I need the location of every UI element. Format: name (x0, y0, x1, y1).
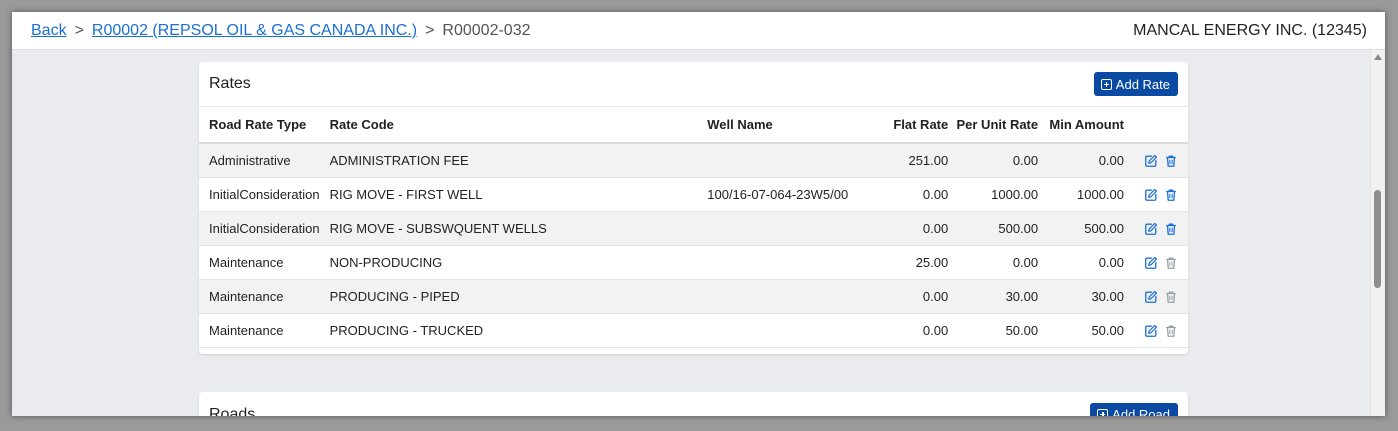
trash-icon (1164, 256, 1178, 270)
cell-rate-code: NON-PRODUCING (319, 245, 698, 280)
cell-per-unit-rate: 1000.00 (952, 177, 1043, 212)
breadcrumb-parent-link[interactable]: R00002 (REPSOL OIL & GAS CANADA INC.) (92, 22, 417, 40)
column-header-road-rate-type[interactable]: Road Rate Type (199, 107, 320, 144)
cell-actions (1128, 211, 1188, 246)
cell-flat-rate: 0.00 (866, 313, 953, 348)
cell-min-amount: 500.00 (1042, 211, 1128, 246)
table-row: Administrative ADMINISTRATION FEE 251.00 0.… (199, 143, 1188, 178)
cell-rate-code: PRODUCING - TRUCKED (319, 313, 698, 348)
table-row: InitialConsideration RIG MOVE - SUBSWQUEN… (199, 211, 1188, 246)
scroll-up-arrow-icon[interactable] (1374, 54, 1382, 60)
cell-actions (1128, 245, 1188, 280)
cell-well-name: 100/16-07-064-23W5/00 (697, 177, 867, 212)
scrollbar-thumb[interactable] (1374, 190, 1381, 288)
cell-per-unit-rate: 0.00 (952, 245, 1043, 280)
add-rate-label: Add Rate (1115, 76, 1170, 92)
cell-per-unit-rate: 0.00 (952, 143, 1043, 178)
cell-rate-code: RIG MOVE - FIRST WELL (319, 177, 698, 212)
rates-table: Road Rate Type Rate Code Well Name Flat … (199, 107, 1188, 348)
cell-per-unit-rate: 500.00 (952, 211, 1043, 246)
trash-icon[interactable] (1164, 154, 1178, 168)
cell-rate-code: PRODUCING - PIPED (319, 279, 698, 314)
column-header-rate-code[interactable]: Rate Code (319, 107, 698, 144)
cell-road-rate-type: Maintenance (199, 245, 320, 280)
column-header-min-amount[interactable]: Min Amount (1042, 107, 1128, 144)
breadcrumb-separator: > (74, 21, 84, 39)
edit-icon[interactable] (1144, 222, 1158, 236)
cell-actions (1128, 279, 1188, 314)
cell-rate-code: RIG MOVE - SUBSWQUENT WELLS (319, 211, 698, 246)
breadcrumb-current: R00002-032 (442, 21, 531, 39)
app-window: Back > R00002 (REPSOL OIL & GAS CANADA I… (12, 12, 1385, 416)
back-link[interactable]: Back (31, 22, 67, 40)
cell-flat-rate: 0.00 (866, 279, 953, 314)
cell-actions (1128, 313, 1188, 348)
header-bar: Back > R00002 (REPSOL OIL & GAS CANADA I… (12, 12, 1385, 50)
cell-well-name (697, 279, 867, 314)
edit-icon[interactable] (1144, 324, 1158, 338)
cell-flat-rate: 25.00 (866, 245, 953, 280)
column-header-flat-rate[interactable]: Flat Rate (866, 107, 953, 144)
rates-card-header: Rates Add Rate (199, 62, 1188, 107)
cell-road-rate-type: InitialConsideration (199, 211, 320, 246)
cell-road-rate-type: Maintenance (199, 313, 320, 348)
trash-icon[interactable] (1164, 188, 1178, 202)
rates-card: Rates Add Rate Road Rate Type Rate Code … (199, 62, 1188, 354)
company-name: MANCAL ENERGY INC. (12345) (1133, 21, 1367, 39)
trash-icon[interactable] (1164, 222, 1178, 236)
vertical-scrollbar[interactable] (1370, 50, 1385, 416)
trash-icon (1164, 290, 1178, 304)
table-row: Maintenance PRODUCING - TRUCKED 0.00 50.00 5… (199, 313, 1188, 348)
cell-min-amount: 1000.00 (1042, 177, 1128, 212)
column-header-well-name[interactable]: Well Name (697, 107, 867, 144)
cell-min-amount: 0.00 (1042, 245, 1128, 280)
table-row: Maintenance NON-PRODUCING 25.00 0.00 0.00 (199, 245, 1188, 280)
cell-well-name (697, 245, 867, 280)
add-road-button[interactable]: Add Road (1090, 402, 1178, 416)
cell-min-amount: 50.00 (1042, 313, 1128, 348)
roads-card: Roads Add Road (199, 392, 1188, 416)
cell-min-amount: 0.00 (1042, 143, 1128, 178)
table-row: InitialConsideration RIG MOVE - FIRST WEL… (199, 177, 1188, 212)
roads-card-header: Roads Add Road (199, 392, 1188, 416)
cell-road-rate-type: InitialConsideration (199, 177, 320, 212)
cell-min-amount: 30.00 (1042, 279, 1128, 314)
cell-flat-rate: 0.00 (866, 211, 953, 246)
roads-title: Roads (209, 405, 256, 417)
table-row: Maintenance PRODUCING - PIPED 0.00 30.00 30.… (199, 279, 1188, 314)
add-road-label: Add Road (1112, 407, 1170, 416)
cell-road-rate-type: Maintenance (199, 279, 320, 314)
rates-title: Rates (209, 75, 251, 92)
cell-actions (1128, 177, 1188, 212)
edit-icon[interactable] (1144, 188, 1158, 202)
edit-icon[interactable] (1144, 154, 1158, 168)
cell-per-unit-rate: 30.00 (952, 279, 1043, 314)
plus-square-icon (1097, 409, 1109, 416)
edit-icon[interactable] (1144, 256, 1158, 270)
breadcrumb-separator: > (425, 21, 435, 39)
rates-table-header-row: Road Rate Type Rate Code Well Name Flat … (199, 107, 1188, 144)
cell-well-name (697, 313, 867, 348)
column-header-per-unit-rate[interactable]: Per Unit Rate (952, 107, 1043, 144)
edit-icon[interactable] (1144, 290, 1158, 304)
cell-flat-rate: 251.00 (866, 143, 953, 178)
column-header-actions (1128, 107, 1188, 144)
cell-road-rate-type: Administrative (199, 143, 320, 178)
cell-flat-rate: 0.00 (866, 177, 953, 212)
cell-per-unit-rate: 50.00 (952, 313, 1043, 348)
cell-well-name (697, 211, 867, 246)
cell-actions (1128, 143, 1188, 178)
plus-square-icon (1100, 78, 1112, 90)
add-rate-button[interactable]: Add Rate (1093, 72, 1178, 96)
cell-rate-code: ADMINISTRATION FEE (319, 143, 698, 178)
cell-well-name (697, 143, 867, 178)
trash-icon (1164, 324, 1178, 338)
